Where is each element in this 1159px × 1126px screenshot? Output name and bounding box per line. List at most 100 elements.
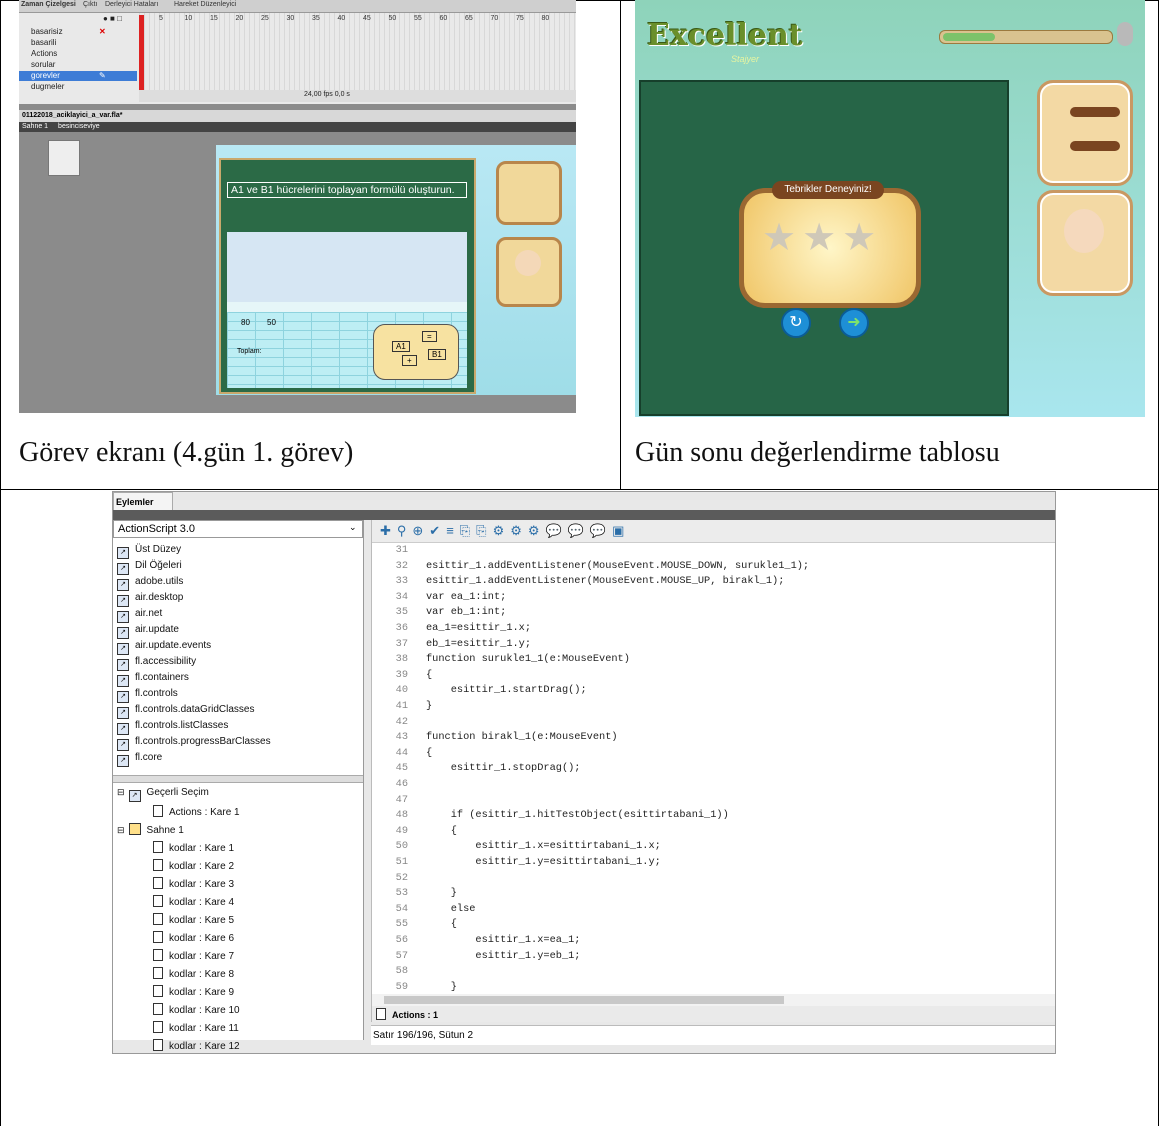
script-tab[interactable]: Actions : 1 <box>376 1008 438 1020</box>
tools-panel[interactable] <box>48 140 80 176</box>
tab-actions[interactable]: Eylemler <box>113 492 173 510</box>
line-number: 32 <box>395 559 408 572</box>
language-select[interactable]: ActionScript 3.0 <box>113 520 363 538</box>
symbol-label[interactable]: besinciseviye <box>58 123 100 130</box>
answer-plus[interactable]: + <box>402 355 417 366</box>
book-icon: ↗ <box>117 723 129 735</box>
layer-row[interactable]: basarili <box>19 38 137 48</box>
tree-frame-item[interactable]: kodlar : Kare 7 <box>153 949 234 962</box>
code-text: } <box>426 980 457 993</box>
frame-number: 65 <box>465 15 473 22</box>
frame-number: 60 <box>439 15 448 22</box>
book-icon: ↗ <box>117 755 129 767</box>
code-text: esittir_1.addEventListener(MouseEvent.MO… <box>426 559 810 572</box>
answer-a1[interactable]: A1 <box>392 341 410 352</box>
tree-frame-item[interactable]: kodlar : Kare 6 <box>153 931 234 944</box>
line-number: 40 <box>395 684 408 697</box>
library-item[interactable]: ↗ fl.controls.progressBarClasses <box>117 736 271 751</box>
tree-frame-item[interactable]: kodlar : Kare 5 <box>153 913 234 926</box>
code-editor[interactable]: ✚⚲⊕✔≡⎘⎘⚙⚙⚙💬💬💬▣ 31 32 esittir_1.addEventLis… <box>371 520 1055 1022</box>
scene-icon <box>128 823 141 835</box>
library-item[interactable]: ↗ fl.accessibility <box>117 656 196 671</box>
script-icon <box>153 913 163 925</box>
table-border <box>0 0 1 1126</box>
cell-total-label: Toplam: <box>237 348 262 355</box>
tree-frame-item[interactable]: kodlar : Kare 4 <box>153 895 234 908</box>
layer-row[interactable]: sorular <box>19 60 137 70</box>
tree-current-item[interactable]: Actions : Kare 1 <box>153 805 240 818</box>
splitter[interactable] <box>113 775 363 783</box>
code-text: esittir_1.x=ea_1; <box>426 934 581 946</box>
editor-toolbar-icons[interactable]: ✚⚲⊕✔≡⎘⎘⚙⚙⚙💬💬💬▣ <box>380 523 630 539</box>
tree-frame-item[interactable]: kodlar : Kare 2 <box>153 859 234 872</box>
layer-row[interactable]: dugmeler <box>19 82 137 92</box>
task-question: A1 ve B1 hücrelerini toplayan formülü ol… <box>227 182 467 198</box>
game-board: Tebrikler Deneyiniz! ★★★ ↻ ➜ <box>639 80 1009 416</box>
tree-frame-item[interactable]: kodlar : Kare 8 <box>153 967 234 980</box>
library-item[interactable]: ↗ fl.controls.listClasses <box>117 720 228 735</box>
frame-number: 20 <box>235 15 244 22</box>
timeline-tabs: Zaman Çizelgesi Çıktı Derleyici Hataları… <box>19 0 576 13</box>
code-line: 36 ea_1=esittir_1.x; <box>372 622 531 638</box>
tree-frame-item[interactable]: kodlar : Kare 10 <box>153 1003 240 1016</box>
tree-frame-item[interactable]: kodlar : Kare 11 <box>153 1021 239 1034</box>
library-item[interactable]: ↗ adobe.utils <box>117 576 183 591</box>
library-item[interactable]: ↗ fl.containers <box>117 672 189 687</box>
line-number: 48 <box>395 809 408 822</box>
script-icon <box>153 967 163 979</box>
file-tab[interactable]: 01122018_aciklayici_a_var.fla* <box>22 112 122 119</box>
next-button[interactable]: ➜ <box>839 308 869 338</box>
library-item[interactable]: ↗ fl.controls.dataGridClasses <box>117 704 255 719</box>
library-item[interactable]: ↗ Dil Öğeleri <box>117 560 182 575</box>
script-icon <box>153 1003 163 1015</box>
answer-b1[interactable]: B1 <box>428 349 446 360</box>
layer-row-selected[interactable]: gorevler ✎ <box>19 71 137 81</box>
cell-a1: 80 <box>241 318 250 327</box>
tree-frame-item[interactable]: kodlar : Kare 9 <box>153 985 234 998</box>
star-icon: ★ <box>842 217 883 259</box>
tab-compiler-errors[interactable]: Derleyici Hataları <box>105 1 158 8</box>
line-number: 33 <box>395 575 408 588</box>
playhead[interactable] <box>139 15 144 97</box>
book-icon: ↗ <box>117 563 129 575</box>
script-icon <box>153 805 163 817</box>
library-item[interactable]: ↗ fl.controls <box>117 688 178 703</box>
line-number: 58 <box>395 965 408 978</box>
layer-row[interactable]: Actions <box>19 49 137 59</box>
library-item[interactable]: ↗ air.desktop <box>117 592 183 607</box>
library-item[interactable]: ↗ air.update <box>117 624 179 639</box>
library-item[interactable]: ↗ air.update.events <box>117 640 211 655</box>
tree-frame-item[interactable]: kodlar : Kare 3 <box>153 877 234 890</box>
scene-label[interactable]: Sahne 1 <box>22 123 48 130</box>
library-item[interactable]: ↗ fl.core <box>117 752 162 767</box>
tree-frame-item[interactable]: kodlar : Kare 1 <box>153 841 234 854</box>
timeline-frames-grid[interactable] <box>139 13 576 97</box>
horizontal-scrollbar[interactable] <box>372 994 1055 1006</box>
tab-output[interactable]: Çıktı <box>83 1 97 8</box>
scrollbar-thumb[interactable] <box>384 996 784 1004</box>
book-icon: ↗ <box>117 627 129 639</box>
code-text: esittir_1.addEventListener(MouseEvent.MO… <box>426 575 785 588</box>
tree-frame-item[interactable]: kodlar : Kare 12 <box>153 1039 240 1052</box>
library-item[interactable]: ↗ air.net <box>117 608 162 623</box>
code-line: 50 esittir_1.x=esittirtabani_1.x; <box>372 840 661 856</box>
frame-number: 50 <box>388 15 397 22</box>
book-icon: ↗ <box>117 579 129 591</box>
tab-motion-editor[interactable]: Hareket Düzenleyici <box>174 1 236 8</box>
tab-timeline[interactable]: Zaman Çizelgesi <box>21 1 76 8</box>
tree-current-selection[interactable]: ⊟ ↗ Geçerli Seçim <box>117 787 209 802</box>
script-icon <box>376 1008 386 1020</box>
replay-button[interactable]: ↻ <box>781 308 811 338</box>
code-text: } <box>426 887 457 900</box>
frame-number: 40 <box>337 15 346 22</box>
tree-scene[interactable]: ⊟ Sahne 1 <box>117 823 184 836</box>
chevron-down-icon[interactable]: ⌄ <box>349 522 357 533</box>
answer-equals[interactable]: = <box>422 331 437 342</box>
code-line: 57 esittir_1.y=eb_1; <box>372 950 581 966</box>
avatar <box>1064 209 1104 253</box>
library-item[interactable]: ↗ Üst Düzey <box>117 544 181 559</box>
frame-number: 45 <box>363 15 371 22</box>
book-icon: ↗ <box>117 675 129 687</box>
layer-row[interactable]: basarisiz ✕ <box>19 27 137 37</box>
code-line: 49 { <box>372 825 457 841</box>
